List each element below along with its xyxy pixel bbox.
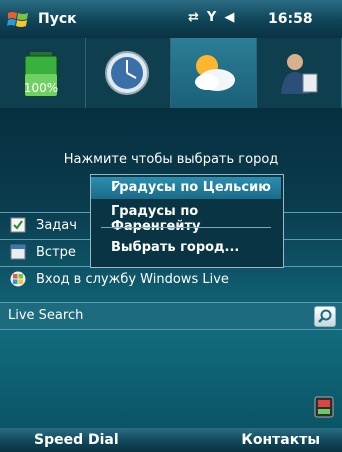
softkey-right[interactable]: Контакты: [241, 432, 320, 448]
search-icon: [318, 309, 332, 323]
search-button[interactable]: [314, 306, 336, 327]
battery-icon: 100%: [24, 52, 58, 97]
weather-hint[interactable]: Нажмите чтобы выбрать город: [0, 152, 342, 167]
list-item-label: Задач: [36, 218, 77, 233]
menu-item-label: Градусы по Фаренгейту: [111, 204, 201, 234]
menu-item-choose-city[interactable]: Выбрать город...: [91, 237, 281, 259]
signal-off-icon[interactable]: Y: [207, 10, 216, 25]
calendar-icon: [10, 244, 26, 260]
softkey-bar: Speed Dial Контакты: [0, 428, 342, 452]
start-label[interactable]: Пуск: [38, 11, 77, 27]
tasks-icon: [10, 217, 26, 233]
menu-item-celsius[interactable]: ✔ Градусы по Цельсию: [91, 177, 281, 199]
battery-label: 100%: [24, 81, 58, 95]
tab-weather[interactable]: [171, 38, 257, 108]
title-bar: Пуск ⇄ Y ◀ 16:58: [0, 0, 342, 38]
menu-item-label: Градусы по Цельсию: [111, 180, 271, 195]
status-icons[interactable]: ⇄ Y ◀: [188, 10, 234, 25]
today-tabs: 100%: [0, 38, 342, 108]
softkey-left[interactable]: Speed Dial: [34, 432, 119, 448]
live-search-bar[interactable]: Live Search: [0, 302, 342, 330]
context-menu: ✔ Градусы по Цельсию Градусы по Фаренгей…: [90, 174, 284, 268]
today-screen: Нажмите чтобы выбрать город Задач Встре …: [0, 108, 342, 428]
tab-contacts[interactable]: [257, 38, 342, 108]
volume-icon[interactable]: ◀: [224, 10, 234, 25]
menu-item-label: Выбрать город...: [111, 240, 240, 255]
windows-start-icon[interactable]: [6, 9, 30, 31]
tab-battery[interactable]: 100%: [0, 38, 86, 108]
tab-clock[interactable]: [86, 38, 171, 108]
contacts-icon: [280, 54, 317, 94]
weather-icon: [195, 55, 235, 91]
clock[interactable]: 16:58: [268, 11, 313, 27]
clock-icon: [104, 51, 149, 95]
list-item-label: Вход в службу Windows Live: [36, 272, 229, 287]
windows-live-icon: [10, 271, 26, 287]
search-label: Live Search: [8, 308, 84, 323]
menu-separator: [101, 227, 271, 228]
list-item-windows-live[interactable]: Вход в службу Windows Live: [0, 266, 342, 293]
list-item-label: Встре: [36, 245, 76, 260]
menu-item-fahrenheit[interactable]: Градусы по Фаренгейту: [91, 201, 281, 234]
memory-tray-icon[interactable]: [314, 396, 334, 418]
connectivity-icon[interactable]: ⇄: [188, 10, 199, 25]
